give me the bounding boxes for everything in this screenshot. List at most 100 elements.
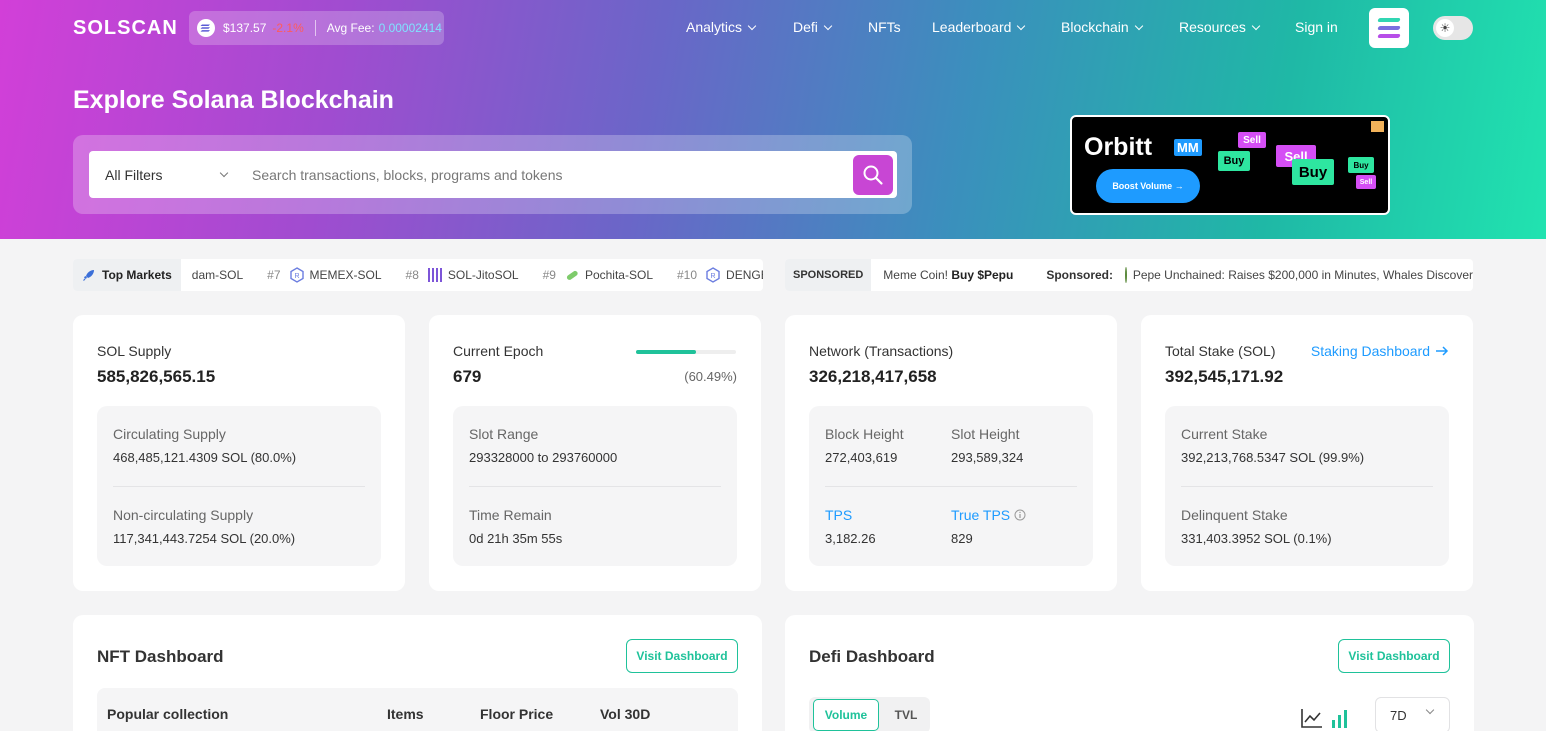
chevron-down-icon	[823, 21, 833, 30]
info-icon[interactable]	[1014, 509, 1026, 521]
tab-volume[interactable]: Volume	[813, 699, 879, 731]
tps-link[interactable]: TPS	[825, 507, 852, 523]
visit-defi-dashboard-button[interactable]: Visit Dashboard	[1338, 639, 1450, 673]
nav-label: Analytics	[686, 19, 743, 35]
chevron-down-icon	[1134, 21, 1143, 30]
nav-blockchain[interactable]: Blockchain	[1061, 19, 1143, 35]
nav-defi[interactable]: Defi	[793, 19, 833, 35]
detail-label: Time Remain	[469, 507, 552, 523]
top-markets-text: Top Markets	[102, 268, 172, 282]
sponsored-link[interactable]: Meme Coin! Buy $Pepu	[883, 268, 1013, 282]
page-title: Explore Solana Blockchain	[73, 86, 394, 114]
nav-label: Sign in	[1295, 19, 1338, 35]
card-details: Slot Range 293328000 to 293760000 Time R…	[453, 406, 737, 566]
nft-table-header: Popular collection Items Floor Price Vol…	[97, 688, 738, 731]
search-button[interactable]	[853, 154, 893, 195]
divider	[825, 486, 1077, 487]
period-value: 7D	[1390, 707, 1407, 723]
chevron-down-icon	[747, 21, 757, 30]
true-tps-link[interactable]: True TPS	[951, 507, 1010, 523]
sponsored-cta: Buy $Pepu	[951, 268, 1014, 282]
line-chart-icon[interactable]	[1301, 708, 1323, 728]
top-markets-label[interactable]: Top Markets	[73, 259, 181, 291]
detail-value: 331,403.3952 SOL (0.1%)	[1181, 531, 1332, 546]
total-stake-card: Total Stake (SOL) Staking Dashboard 392,…	[1141, 315, 1473, 591]
theme-toggle[interactable]: ☀	[1433, 16, 1473, 40]
card-value: 326,218,417,658	[809, 367, 937, 386]
avg-fee-label: Avg Fee:	[326, 21, 375, 35]
period-select[interactable]: 7D	[1375, 697, 1450, 731]
market-rank: #8	[405, 268, 419, 282]
nav-label: Leaderboard	[932, 19, 1012, 35]
chevron-down-icon	[1425, 705, 1435, 715]
card-label: Total Stake (SOL)	[1165, 343, 1276, 359]
search-box: All Filters	[89, 151, 897, 198]
detail-label: Non-circulating Supply	[113, 507, 254, 523]
detail-value: 117,341,443.7254 SOL (20.0%)	[113, 531, 296, 546]
detail-label: Slot Height	[951, 426, 1020, 442]
sponsored-headline[interactable]: Pepe Unchained: Raises $200,000 in Minut…	[1133, 268, 1473, 282]
nav-leaderboard[interactable]: Leaderboard	[932, 19, 1026, 35]
bar-chart-icon[interactable]	[1331, 708, 1349, 728]
sponsored-text: Meme Coin!	[883, 268, 948, 282]
nav-label: Defi	[793, 19, 818, 35]
ad-cta-label: Boost Volume	[1112, 181, 1173, 191]
market-name: Pochita-SOL	[584, 268, 653, 282]
market-item[interactable]: dam-SOL	[192, 268, 243, 282]
divider	[469, 486, 721, 487]
column-header[interactable]: Vol 30D	[600, 706, 650, 722]
nav-nfts[interactable]: NFTs	[868, 19, 901, 35]
epoch-progress-bar	[636, 350, 736, 354]
nav-label: NFTs	[868, 19, 901, 35]
nft-dashboard: NFT Dashboard Visit Dashboard Popular co…	[73, 615, 762, 731]
detail-value: 829	[951, 531, 973, 546]
nav-analytics[interactable]: Analytics	[686, 19, 757, 35]
epoch-percent: (60.49%)	[684, 369, 737, 384]
detail-label: Delinquent Stake	[1181, 507, 1288, 523]
visit-nft-dashboard-button[interactable]: Visit Dashboard	[626, 639, 738, 673]
market-name: MEMEX-SOL	[309, 268, 382, 282]
ad-badge: MM	[1174, 139, 1202, 156]
network-card: Network (Transactions) 326,218,417,658 B…	[785, 315, 1117, 591]
sol-supply-card: SOL Supply 585,826,565.15 Circulating Su…	[73, 315, 405, 591]
epoch-progress-fill	[636, 350, 697, 354]
defi-dashboard: Defi Dashboard Visit Dashboard Volume TV…	[785, 615, 1474, 731]
staking-dashboard-link[interactable]: Staking Dashboard	[1311, 343, 1449, 359]
column-header[interactable]: Items	[387, 706, 424, 722]
sponsored-bar: SPONSORED Meme Coin! Buy $Pepu Sponsored…	[785, 259, 1473, 291]
tab-tvl[interactable]: TVL	[885, 699, 927, 731]
nav-sign-in[interactable]: Sign in	[1295, 19, 1338, 35]
jito-icon	[427, 267, 443, 283]
nav-resources[interactable]: Resources	[1179, 19, 1261, 35]
column-header[interactable]: Popular collection	[107, 706, 228, 722]
current-epoch-card: Current Epoch 679 (60.49%) Slot Range 29…	[429, 315, 761, 591]
detail-value: 392,213,768.5347 SOL (99.9%)	[1181, 450, 1365, 465]
column-header[interactable]: Floor Price	[480, 706, 553, 722]
market-item[interactable]: #8 SOL-JitoSOL	[406, 267, 519, 283]
solscan-logo[interactable]: SOLSCAN	[73, 17, 178, 40]
search-input[interactable]	[239, 166, 853, 183]
sol-icon	[197, 19, 215, 37]
nav-label: Blockchain	[1061, 19, 1129, 35]
top-markets-ticker: Top Markets dam-SOL #7 R MEMEX-SOL #8 SO…	[73, 259, 763, 291]
card-value: 679	[453, 367, 482, 386]
filter-select[interactable]: All Filters	[89, 167, 239, 183]
sun-icon: ☀	[1436, 19, 1454, 37]
card-details: Block Height 272,403,619 Slot Height 293…	[809, 406, 1093, 566]
menu-bar	[1377, 18, 1401, 22]
menu-bar	[1377, 34, 1401, 38]
menu-bar	[1377, 26, 1401, 30]
solana-menu-button[interactable]	[1369, 8, 1409, 48]
nav-label: Resources	[1179, 19, 1246, 35]
ad-flag-icon	[1371, 121, 1384, 132]
price-pill: $137.57 -2.1% Avg Fee: 0.00002414	[189, 11, 444, 45]
chevron-down-icon	[1017, 21, 1026, 30]
rocket-icon	[83, 270, 94, 281]
ad-cta-button[interactable]: Boost Volume →	[1096, 169, 1200, 203]
detail-label: Slot Range	[469, 426, 539, 442]
orbitt-ad-banner[interactable]: Orbitt MM Boost Volume → Sell Buy Sell B…	[1070, 115, 1390, 215]
market-item[interactable]: #7 R MEMEX-SOL	[267, 267, 382, 283]
market-name: dam-SOL	[191, 268, 244, 282]
market-item[interactable]: #9 Pochita-SOL	[543, 267, 653, 283]
market-item[interactable]: #10 R DENGB	[677, 267, 763, 283]
